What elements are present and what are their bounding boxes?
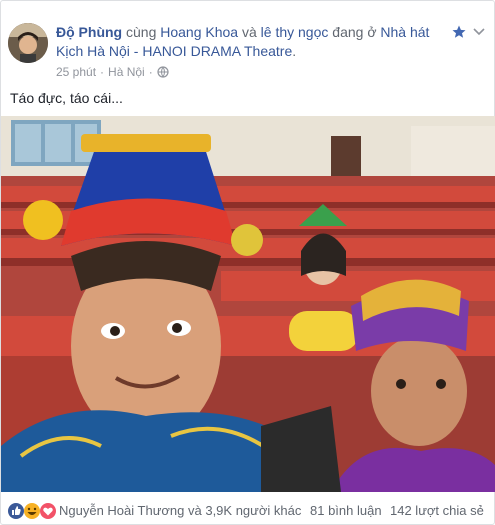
tagged-friend-2[interactable]: lê thy ngọc bbox=[261, 24, 329, 40]
globe-icon[interactable] bbox=[157, 66, 169, 78]
post-photo[interactable] bbox=[1, 116, 495, 492]
and-word: và bbox=[238, 24, 261, 40]
chevron-down-icon[interactable] bbox=[471, 25, 487, 39]
reactors-link[interactable]: Nguyễn Hoài Thương và 3,9K người khác bbox=[59, 503, 301, 518]
love-icon bbox=[40, 503, 56, 519]
at-word: đang ở bbox=[328, 24, 381, 40]
reactions-summary[interactable] bbox=[7, 502, 59, 520]
tagged-friend-1[interactable]: Hoang Khoa bbox=[160, 24, 238, 40]
post-card: Độ Phùng cùng Hoang Khoa và lê thy ngọc … bbox=[0, 0, 495, 525]
post-text: Táo đực, táo cái... bbox=[10, 90, 123, 106]
author-avatar[interactable] bbox=[8, 23, 48, 63]
comments-count-link[interactable]: 81 bình luận bbox=[310, 503, 382, 518]
post-header: Độ Phùng cùng Hoang Khoa và lê thy ngọc … bbox=[56, 23, 456, 61]
meta-separator: · bbox=[100, 65, 105, 79]
meta-separator-2: · bbox=[148, 65, 153, 79]
shares-count-link[interactable]: 142 lượt chia sẻ bbox=[390, 503, 484, 518]
like-icon bbox=[8, 503, 24, 519]
star-icon[interactable] bbox=[452, 25, 466, 39]
post-location-link[interactable]: Hà Nội bbox=[108, 65, 145, 79]
post-footer: Nguyễn Hoài Thương và 3,9K người khác 81… bbox=[1, 498, 495, 524]
post-time-link[interactable]: 25 phút bbox=[56, 65, 96, 79]
period: . bbox=[292, 43, 297, 59]
author-name-link[interactable]: Độ Phùng bbox=[56, 24, 122, 40]
haha-icon bbox=[24, 503, 40, 519]
with-word: cùng bbox=[122, 24, 161, 40]
post-meta: 25 phút · Hà Nội · bbox=[56, 65, 169, 79]
